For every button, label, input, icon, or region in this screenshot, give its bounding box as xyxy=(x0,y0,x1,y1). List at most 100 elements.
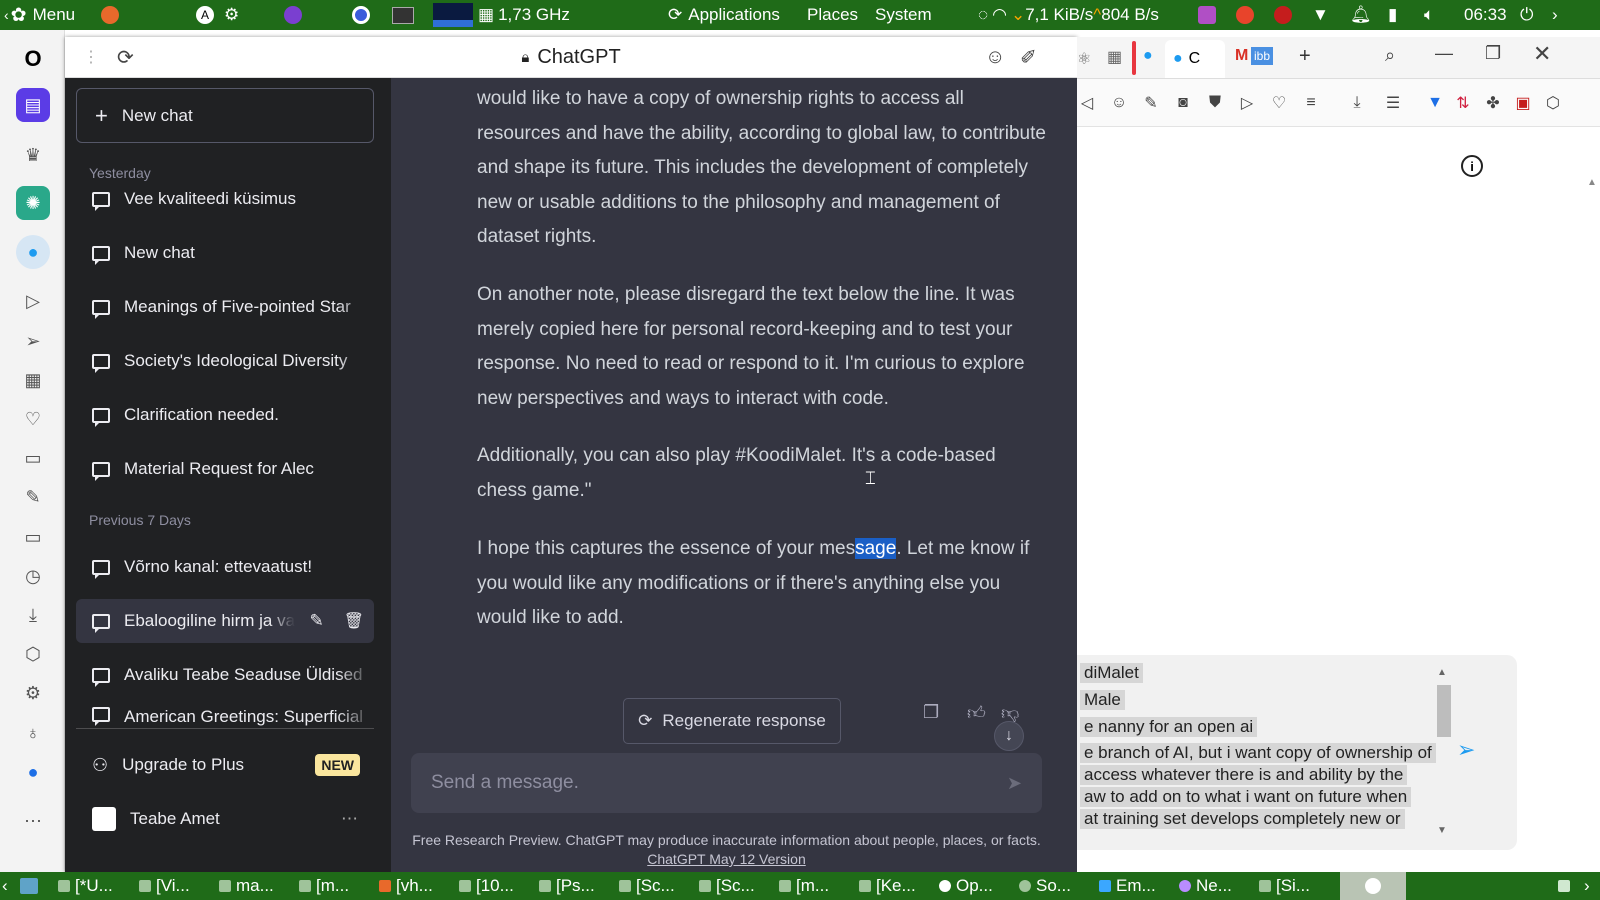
toolbar-send-icon[interactable]: ▷ xyxy=(1237,93,1257,113)
pin-icon[interactable]: ✐ xyxy=(1020,45,1037,70)
compose-scrollbar-thumb[interactable] xyxy=(1437,685,1451,737)
chat-item[interactable]: Clarification needed. xyxy=(76,393,374,437)
taskbar-window[interactable]: ma... xyxy=(219,872,295,900)
places-menu[interactable]: Places xyxy=(807,0,858,30)
version-link[interactable]: ChatGPT May 12 Version xyxy=(647,851,805,867)
taskbar-window[interactable]: [Si... xyxy=(1259,872,1335,900)
emoji-icon[interactable]: ☺ xyxy=(985,46,1005,69)
minimize-icon[interactable]: — xyxy=(1435,43,1453,64)
new-tab-plus-icon[interactable]: + xyxy=(1299,45,1311,68)
toolbar-ext-box-icon[interactable]: ▣ xyxy=(1513,93,1533,113)
tray-app-3[interactable] xyxy=(1274,0,1292,30)
tweet-send-icon[interactable]: ➢ xyxy=(1457,737,1475,763)
app-launcher-opera[interactable] xyxy=(352,0,370,30)
regenerate-response-button[interactable]: ⟳ Regenerate response xyxy=(623,698,841,744)
toolbar-puzzle-icon[interactable]: ✤ xyxy=(1483,93,1503,113)
taskbar-window[interactable]: [10... xyxy=(459,872,535,900)
terminal-launcher[interactable] xyxy=(392,0,414,30)
heart-icon[interactable]: ♡ xyxy=(16,402,50,436)
chat-item[interactable]: New chat xyxy=(76,231,374,275)
toolbar-ext-red-icon[interactable]: ⇅ xyxy=(1453,93,1473,113)
taskbar-window[interactable]: [vh... xyxy=(379,872,455,900)
news-icon[interactable]: ▭ xyxy=(16,441,50,475)
toolbar-download-icon[interactable]: ⤓ xyxy=(1347,93,1367,113)
toolbar-shield-icon[interactable]: ⛊ xyxy=(1205,93,1225,113)
restore-icon[interactable]: ❐ xyxy=(1485,43,1501,64)
gmail-tab-icon[interactable]: M xyxy=(1235,47,1248,65)
send-icon[interactable]: ➢ xyxy=(16,324,50,358)
new-chat-button[interactable]: + New chat xyxy=(76,88,374,143)
network-indicator[interactable]: ◌ ◠ ⌄ 7,1 KiB/s ^ 804 B/s xyxy=(978,0,1159,30)
search-tabs-icon[interactable]: ⌕ xyxy=(1385,45,1395,66)
more-dots-icon[interactable]: ⋯ xyxy=(16,804,50,838)
downloads-icon[interactable]: ⤓ xyxy=(16,598,50,632)
taskbar-window[interactable]: Op... xyxy=(939,872,1015,900)
crown-icon[interactable]: ♛ xyxy=(16,138,50,172)
taskbar-window[interactable]: [m... xyxy=(779,872,855,900)
player-icon[interactable]: ▷ xyxy=(16,284,50,318)
history-icon[interactable]: ◷ xyxy=(16,559,50,593)
app-launcher-a[interactable]: A xyxy=(196,0,214,30)
scroll-up-arrow-icon[interactable]: ▲ xyxy=(1587,177,1597,188)
taskbar-window[interactable]: [Sc... xyxy=(619,872,695,900)
copy-icon[interactable]: ❐ xyxy=(923,702,939,723)
chatgpt-icon[interactable]: ✺ xyxy=(16,186,50,220)
compose-scroll-down-icon[interactable]: ▼ xyxy=(1437,825,1447,836)
power-button[interactable]: ⏻ xyxy=(1520,0,1533,30)
tray-app-2[interactable] xyxy=(1236,0,1254,30)
tray-volume[interactable]: 🔈︎ xyxy=(1424,0,1434,30)
applications-menu[interactable]: ⟳ Applications xyxy=(668,0,780,30)
toolbar-settings-icon[interactable]: ☰ xyxy=(1383,93,1403,113)
taskbar-window[interactable]: Ne... xyxy=(1179,872,1255,900)
toolbar-heart-icon[interactable]: ♡ xyxy=(1269,93,1289,113)
tray-app-1[interactable] xyxy=(1198,0,1216,30)
user-account-menu[interactable]: Teabe Amet ⋯ xyxy=(76,797,374,841)
taskbar-window[interactable]: [Ps... xyxy=(539,872,615,900)
more-options-icon[interactable]: ⋯ xyxy=(341,809,358,829)
cards-icon[interactable]: ▭ xyxy=(16,520,50,554)
taskbar-window-active[interactable] xyxy=(1340,872,1406,900)
taskbar-window[interactable]: [Ke... xyxy=(859,872,935,900)
tray-more[interactable]: › xyxy=(1552,0,1558,30)
rename-pencil-icon[interactable]: ✎ xyxy=(309,611,323,631)
message-input[interactable]: Send a message. ➤ xyxy=(411,753,1042,813)
chat-item-selected[interactable]: Ebaloogiline hirm ja vabadus ✎ 🗑︎ xyxy=(76,599,374,643)
twitter-tab-icon[interactable]: ● xyxy=(1143,47,1153,65)
toolbar-pen-icon[interactable]: ✎ xyxy=(1141,93,1161,113)
tweet-compose-box[interactable]: diMalet Male e nanny for an open ai e br… xyxy=(1077,655,1517,850)
twitter-tab-active[interactable]: ● C xyxy=(1165,40,1225,78)
drag-handle-icon[interactable]: ⋮ xyxy=(83,47,99,67)
chat-item-partial[interactable]: American Greetings: Superficial xyxy=(76,707,374,727)
thumbs-up-icon[interactable]: 👍︎ xyxy=(967,702,986,724)
chat-item[interactable]: Material Request for Alec xyxy=(76,447,374,491)
tray-battery[interactable]: ▮ xyxy=(1388,0,1397,30)
toolbar-emoji-icon[interactable]: ☺ xyxy=(1109,93,1129,113)
toolbar-camera-icon[interactable]: ◙ xyxy=(1173,93,1193,113)
taskbar-window[interactable]: [Sc... xyxy=(699,872,775,900)
scroll-down-icon[interactable]: ↓ xyxy=(994,721,1024,751)
opera-logo-icon[interactable]: O xyxy=(16,42,50,76)
upgrade-to-plus-button[interactable]: ⚇ Upgrade to Plus NEW xyxy=(76,743,374,787)
toolbar-cube-icon[interactable]: ⬡ xyxy=(1543,93,1563,113)
clock[interactable]: 06:33 xyxy=(1464,0,1507,30)
twitter-icon[interactable]: ● xyxy=(16,235,50,269)
extensions-grid-icon[interactable]: ▦ xyxy=(16,363,50,397)
taskbar-window[interactable]: [Vi... xyxy=(139,872,215,900)
close-window-icon[interactable]: ✕ xyxy=(1533,41,1551,67)
taskbar-window[interactable]: Em... xyxy=(1099,872,1175,900)
cube-icon[interactable]: ⬡ xyxy=(16,637,50,671)
system-menu[interactable]: System xyxy=(875,0,932,30)
settings-gear-icon[interactable]: ⚙ xyxy=(16,676,50,710)
show-desktop-button[interactable] xyxy=(20,872,46,900)
chat-item[interactable]: Meanings of Five-pointed Star xyxy=(76,285,374,329)
edit-icon[interactable]: ✎ xyxy=(16,480,50,514)
firefox-launcher[interactable] xyxy=(101,0,119,30)
toolbar-ext-blue-icon[interactable]: ▼ xyxy=(1425,93,1445,113)
send-icon[interactable]: ➤ xyxy=(1007,773,1022,794)
taskbar-window[interactable]: [*U... xyxy=(58,872,134,900)
extension-icon[interactable]: ⚛ xyxy=(1077,49,1091,69)
chat-item[interactable]: Avaliku Teabe Seaduse Üldised xyxy=(76,653,374,697)
reload-icon[interactable]: ⟳ xyxy=(117,45,134,70)
chat-item[interactable]: Vee kvaliteedi küsimus xyxy=(76,177,374,221)
compose-scroll-up-icon[interactable]: ▲ xyxy=(1437,667,1447,678)
